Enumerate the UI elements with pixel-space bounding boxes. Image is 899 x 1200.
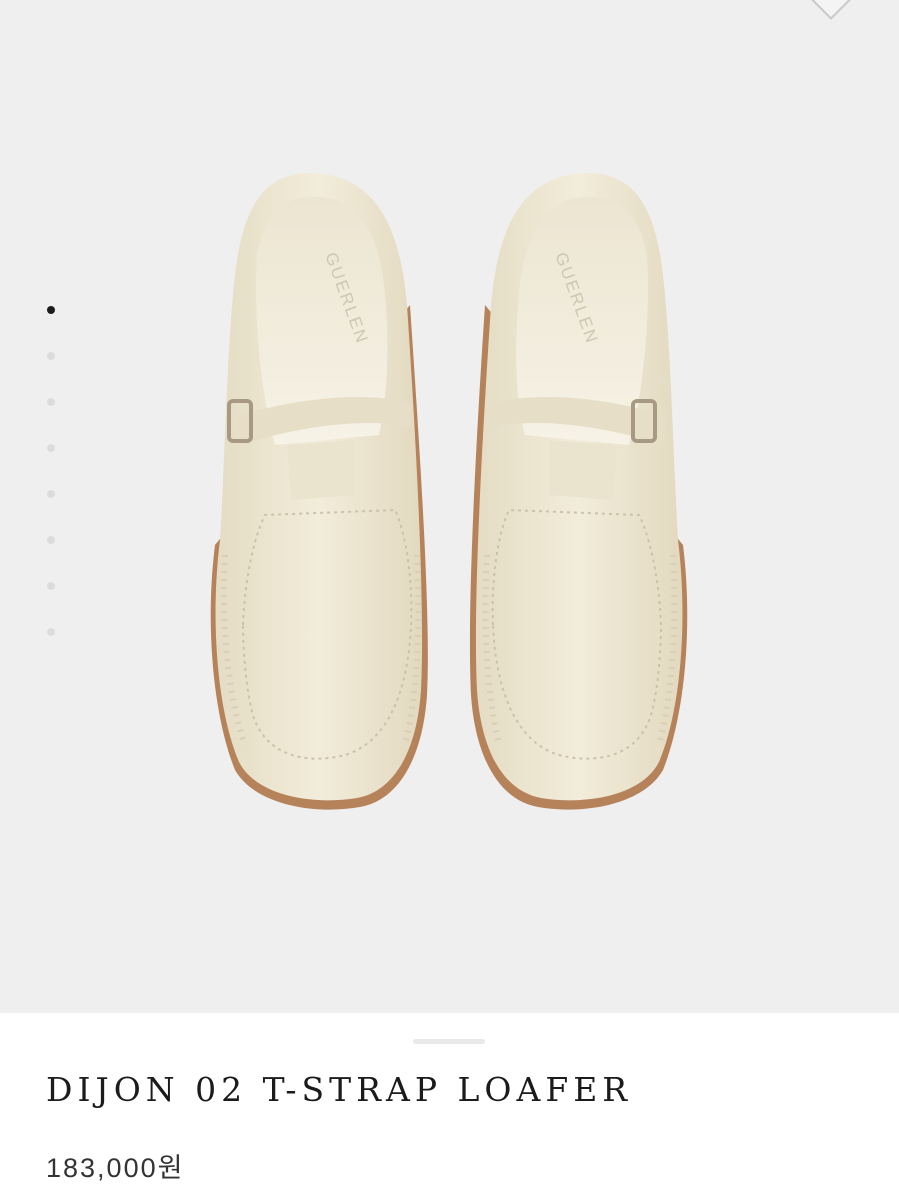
wishlist-diamond-icon[interactable] xyxy=(804,0,858,20)
sheet-drag-handle[interactable] xyxy=(413,1039,485,1044)
pagination-dot[interactable] xyxy=(47,306,55,314)
product-price: 183,000원 xyxy=(46,1153,185,1183)
product-image-gallery[interactable]: GUERLEN GUERLEN xyxy=(0,0,899,1013)
pagination-dot[interactable] xyxy=(47,490,55,498)
pagination-dot[interactable] xyxy=(47,628,55,636)
pagination-dot[interactable] xyxy=(47,352,55,360)
pagination-dot[interactable] xyxy=(47,582,55,590)
left-shoe: GUERLEN xyxy=(210,172,428,810)
product-image: GUERLEN GUERLEN xyxy=(210,172,688,810)
pagination-dot[interactable] xyxy=(47,398,55,406)
pagination-dot[interactable] xyxy=(47,536,55,544)
right-shoe: GUERLEN xyxy=(469,172,688,810)
pagination-dot[interactable] xyxy=(47,444,55,452)
product-title: DIJON 02 T-STRAP LOAFER xyxy=(46,1070,633,1109)
